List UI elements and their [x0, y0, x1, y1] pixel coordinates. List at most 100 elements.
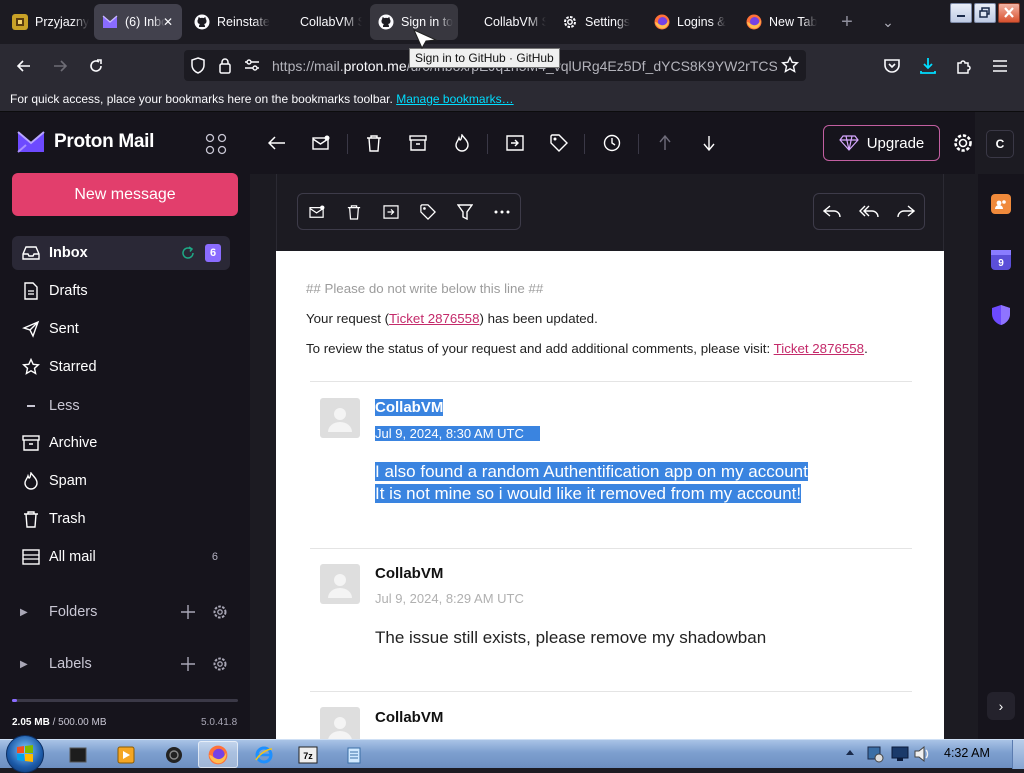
app-version[interactable]: 5.0.41.8 — [201, 717, 237, 728]
tray-volume-icon[interactable] — [914, 746, 932, 762]
mark-unread-icon[interactable] — [298, 194, 335, 229]
extensions-icon[interactable] — [950, 52, 978, 80]
archive-icon[interactable] — [407, 132, 429, 154]
show-desktop-button[interactable] — [1012, 740, 1024, 769]
sidebar-item-starred[interactable]: Starred — [12, 350, 230, 384]
folder-settings-icon[interactable] — [210, 602, 230, 622]
update-line-prefix: Your request ( — [306, 311, 390, 326]
snooze-clock-icon[interactable] — [601, 132, 623, 154]
label-icon[interactable] — [548, 132, 570, 154]
chevron-right-icon[interactable]: › — [987, 692, 1015, 720]
close-window-button[interactable] — [998, 3, 1020, 23]
account-avatar-button[interactable]: C — [986, 130, 1014, 158]
downloads-icon[interactable] — [914, 52, 942, 80]
sidebar-item-inbox[interactable]: Inbox 6 — [12, 236, 230, 270]
reload-button[interactable] — [82, 52, 110, 80]
contacts-app-icon[interactable] — [991, 194, 1011, 214]
pocket-icon[interactable] — [878, 52, 906, 80]
move-to-folder-icon[interactable] — [372, 194, 409, 229]
lock-icon[interactable] — [218, 57, 232, 74]
tray-network-icon[interactable] — [891, 746, 909, 762]
minimize-button[interactable] — [950, 3, 972, 23]
label-icon[interactable] — [409, 194, 446, 229]
taskbar-app-cmd[interactable] — [58, 741, 98, 768]
tracking-shield-icon[interactable] — [190, 57, 206, 74]
reply-actions-group — [813, 193, 925, 230]
taskbar-app-firefox[interactable] — [198, 741, 238, 768]
bookmark-star-icon[interactable] — [781, 56, 799, 74]
tab-collabvm-1[interactable]: CollabVM Se — [276, 4, 362, 40]
proton-mail-logo[interactable]: Proton Mail — [16, 130, 154, 154]
taskbar-clock[interactable]: 4:32 AM — [944, 746, 990, 760]
back-to-list-icon[interactable] — [266, 132, 288, 154]
sidebar-toggle-less[interactable]: Less — [12, 389, 230, 423]
mark-unread-icon[interactable] — [310, 132, 332, 154]
show-hidden-icons-icon[interactable] — [846, 749, 854, 757]
sidebar-item-drafts[interactable]: Drafts — [12, 274, 230, 308]
sidebar-item-label: Less — [49, 398, 80, 414]
vpn-shield-icon[interactable] — [991, 304, 1011, 325]
start-button[interactable] — [6, 735, 44, 773]
reply-icon[interactable] — [814, 194, 851, 229]
restore-button[interactable] — [974, 3, 996, 23]
add-label-icon[interactable] — [178, 654, 198, 674]
tray-device-icon[interactable] — [866, 745, 884, 763]
tab-settings[interactable]: Settings — [554, 4, 644, 40]
taskbar-app-internet-explorer[interactable] — [244, 741, 284, 768]
back-button[interactable] — [10, 52, 38, 80]
sidebar-item-all-mail[interactable]: All mail 6 — [12, 540, 230, 574]
filter-icon[interactable] — [446, 194, 483, 229]
manage-bookmarks-link[interactable]: Manage bookmarks… — [396, 92, 513, 106]
tab-new-tab[interactable]: New Tab — [738, 4, 828, 40]
menu-icon[interactable] — [986, 52, 1014, 80]
permissions-icon[interactable] — [244, 58, 260, 72]
forward-icon[interactable] — [887, 194, 924, 229]
reply-notice: ## Please do not write below this line #… — [306, 281, 544, 296]
more-options-icon[interactable] — [483, 194, 520, 229]
sidebar-item-trash[interactable]: Trash — [12, 502, 230, 536]
tab-reinstate[interactable]: Reinstate — [186, 4, 272, 40]
sidebar-item-spam[interactable]: Spam — [12, 464, 230, 498]
ticket-link[interactable]: Ticket 2876558 — [774, 341, 864, 356]
move-to-folder-icon[interactable] — [504, 132, 526, 154]
trash-icon — [21, 509, 41, 529]
next-message-icon[interactable] — [698, 132, 720, 154]
comment-author: CollabVM — [375, 709, 444, 726]
taskbar-app-7zip[interactable]: 7z — [288, 741, 328, 768]
sidebar-item-archive[interactable]: Archive — [12, 426, 230, 460]
comment-date-text: Jul 9, 2024, 8:30 AM UTC — [375, 426, 540, 441]
tab-inbox[interactable]: (6) Inbox ✕ — [94, 4, 182, 40]
folders-section[interactable]: ▶ Folders — [20, 597, 230, 627]
sidebar-item-label: Archive — [49, 435, 98, 451]
sidebar-item-label: Sent — [49, 321, 79, 337]
spam-icon[interactable] — [451, 132, 473, 154]
tab-przyjazny[interactable]: Przyjazny — [4, 4, 90, 40]
close-tab-icon[interactable]: ✕ — [160, 14, 176, 30]
sidebar-item-sent[interactable]: Sent — [12, 312, 230, 346]
trash-icon[interactable] — [335, 194, 372, 229]
taskbar-app-notepad[interactable] — [334, 741, 374, 768]
previous-message-icon[interactable] — [654, 132, 676, 154]
storage-usage[interactable]: 2.05 MB / 500.00 MB — [12, 717, 107, 728]
calendar-app-icon[interactable]: 9 — [991, 250, 1011, 270]
tab-list-button[interactable]: ⌄ — [878, 12, 898, 32]
apps-grid-icon[interactable] — [205, 133, 227, 155]
reply-all-icon[interactable] — [851, 194, 888, 229]
comment-author: CollabVM — [375, 399, 444, 416]
forward-button[interactable] — [46, 52, 74, 80]
tab-logins[interactable]: Logins & — [646, 4, 732, 40]
labels-section[interactable]: ▶ Labels — [20, 649, 230, 679]
settings-gear-icon[interactable] — [950, 130, 976, 156]
trash-icon[interactable] — [363, 132, 385, 154]
add-folder-icon[interactable] — [178, 602, 198, 622]
new-tab-button[interactable]: + — [836, 12, 858, 34]
upgrade-button[interactable]: Upgrade — [823, 125, 940, 161]
taskbar-app-media-player[interactable] — [106, 741, 146, 768]
new-message-button[interactable]: New message — [12, 173, 238, 216]
taskbar-app-obs[interactable] — [154, 741, 194, 768]
ticket-link[interactable]: Ticket 2876558 — [389, 311, 479, 326]
tab-collabvm-2[interactable]: CollabVM Se — [460, 4, 546, 40]
label-settings-icon[interactable] — [210, 654, 230, 674]
refresh-icon[interactable] — [181, 246, 195, 260]
browser-tab-strip: Przyjazny (6) Inbox ✕ Reinstate CollabVM… — [0, 0, 1024, 44]
